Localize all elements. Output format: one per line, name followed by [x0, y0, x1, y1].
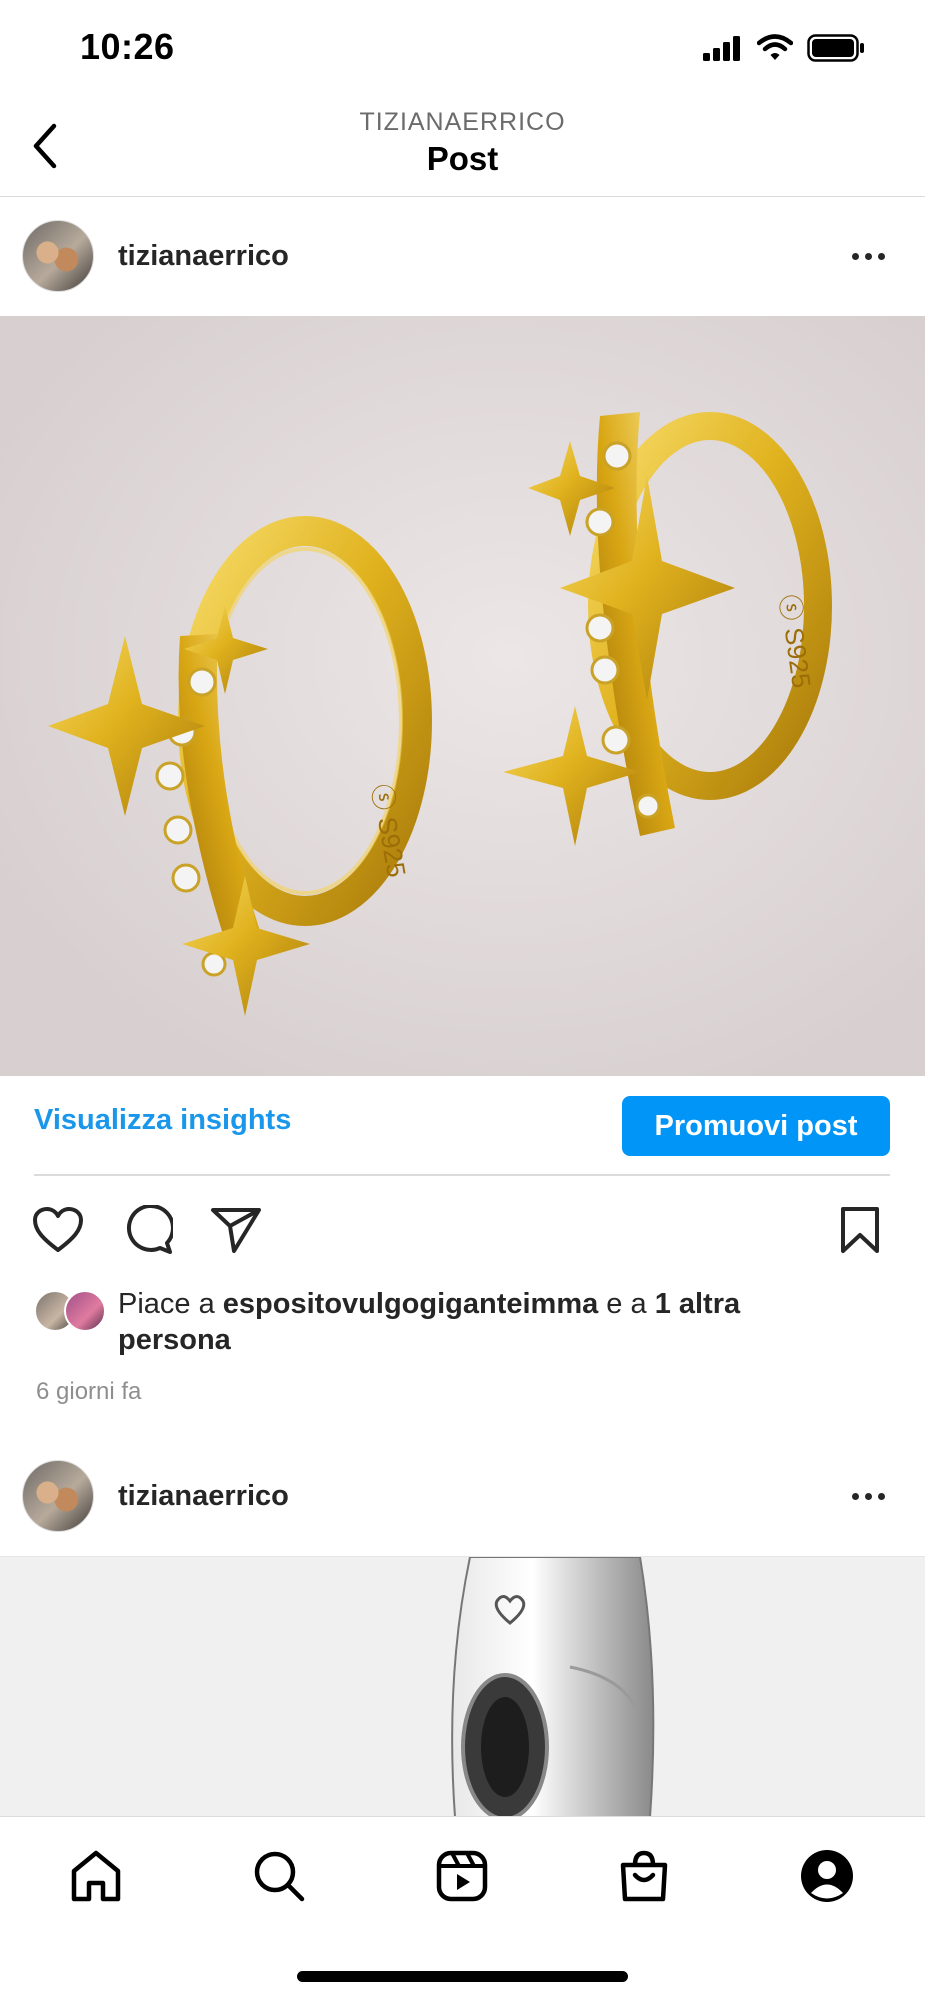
earrings-image: ⓢ S925 ⓢ S925	[48, 412, 832, 1016]
tab-search[interactable]	[244, 1841, 314, 1911]
tab-reels[interactable]	[427, 1841, 497, 1911]
like-button[interactable]	[30, 1202, 86, 1258]
avatar[interactable]	[22, 1460, 94, 1532]
bookmark-icon	[841, 1207, 879, 1253]
avatar[interactable]	[22, 220, 94, 292]
likes-middle: e a	[598, 1288, 655, 1320]
save-button[interactable]	[832, 1202, 888, 1258]
post-timestamp: 6 giorni fa	[36, 1378, 142, 1405]
view-insights-link[interactable]: Visualizza insights	[34, 1104, 291, 1137]
comment-icon	[127, 1205, 173, 1254]
home-indicator	[297, 1971, 628, 1982]
post-image[interactable]	[0, 1556, 925, 1817]
comment-button[interactable]	[120, 1202, 176, 1258]
post-image[interactable]: ⓢ S925 ⓢ S925	[0, 316, 925, 1076]
tab-home[interactable]	[61, 1841, 131, 1911]
wifi-icon	[757, 34, 793, 60]
home-icon	[71, 1850, 121, 1902]
post-author-row: tizianaerrico	[0, 1440, 925, 1552]
charm-image	[451, 1557, 655, 1817]
reels-icon	[436, 1850, 488, 1902]
post-username[interactable]: tizianaerrico	[118, 240, 289, 273]
likes-prefix: Piace a	[118, 1288, 223, 1320]
avatar	[64, 1290, 106, 1332]
likes-summary[interactable]: Piace a espositovulgogiganteimma e a 1 a…	[118, 1286, 838, 1358]
liker-username[interactable]: espositovulgogiganteimma	[223, 1288, 598, 1320]
shop-icon	[620, 1850, 668, 1902]
post-author-row: tizianaerrico	[0, 200, 925, 312]
tab-profile[interactable]	[792, 1841, 862, 1911]
share-button[interactable]	[208, 1202, 264, 1258]
more-horizontal-icon	[852, 1492, 859, 1500]
promote-post-button[interactable]: Promuovi post	[622, 1096, 890, 1156]
signal-icon	[703, 36, 740, 61]
paper-plane-icon	[211, 1208, 261, 1253]
more-options-button[interactable]	[842, 1483, 895, 1510]
battery-icon	[807, 34, 864, 62]
page-title: Post	[426, 140, 499, 177]
header-subtitle: TIZIANAERRICO	[359, 108, 566, 136]
heart-icon	[33, 1207, 83, 1252]
divider	[34, 1174, 890, 1176]
more-horizontal-icon	[852, 252, 859, 260]
post-header: TIZIANAERRICO Post	[0, 96, 925, 197]
status-time: 10:26	[80, 26, 175, 67]
status-icons	[703, 34, 865, 62]
tab-shop[interactable]	[609, 1841, 679, 1911]
liker-avatars[interactable]	[34, 1290, 106, 1332]
search-icon	[254, 1851, 305, 1902]
more-options-button[interactable]	[842, 243, 895, 270]
post-username[interactable]: tizianaerrico	[118, 1480, 289, 1513]
profile-icon	[801, 1850, 853, 1902]
